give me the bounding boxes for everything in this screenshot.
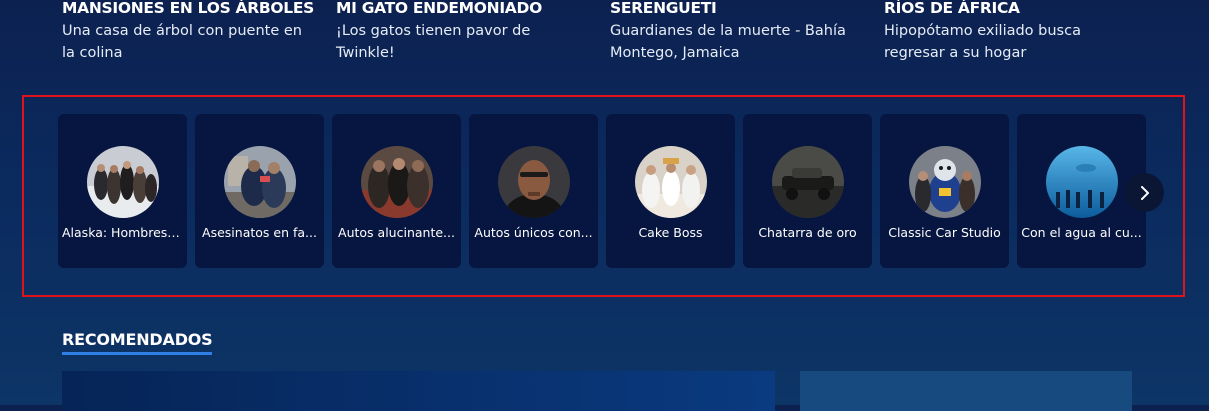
featured-item-cat[interactable]: MI GATO ENDEMONIADO ¡Los gatos tienen pa… (336, 0, 586, 64)
chevron-right-icon (1140, 185, 1149, 200)
featured-item-treehouse[interactable]: MANSIONES EN LOS ÁRBOLES Una casa de árb… (62, 0, 314, 64)
show-card-asesinatos[interactable]: Asesinatos en fa... (195, 114, 324, 268)
featured-title[interactable]: MI GATO ENDEMONIADO (336, 0, 586, 18)
featured-description[interactable]: Guardianes de la muerte - Bahía Montego,… (610, 20, 860, 64)
featured-description[interactable]: ¡Los gatos tienen pavor de Twinkle! (336, 20, 586, 64)
show-thumbnail (87, 146, 159, 218)
recommended-card-main[interactable] (62, 371, 775, 411)
featured-item-africa-rivers[interactable]: RÍOS DE ÁFRICA Hipopótamo exiliado busca… (884, 0, 1134, 64)
show-card-autos-alucinantes[interactable]: Autos alucinante... (332, 114, 461, 268)
shows-carousel: Alaska: Hombres ... Asesinatos en fa... (58, 114, 1148, 268)
featured-title[interactable]: SERENGUETI (610, 0, 860, 18)
featured-title[interactable]: MANSIONES EN LOS ÁRBOLES (62, 0, 314, 18)
show-card-classic-car-studio[interactable]: Classic Car Studio (880, 114, 1009, 268)
show-card-cake-boss[interactable]: Cake Boss (606, 114, 735, 268)
show-thumbnail (361, 146, 433, 218)
featured-row: MANSIONES EN LOS ÁRBOLES Una casa de árb… (62, 0, 1162, 78)
show-thumbnail (224, 146, 296, 218)
carousel-next-button[interactable] (1125, 173, 1164, 212)
show-card-chatarra-de-oro[interactable]: Chatarra de oro (743, 114, 872, 268)
show-thumbnail (909, 146, 981, 218)
recommended-card-side[interactable] (800, 371, 1132, 411)
show-title: Autos únicos con... (474, 225, 593, 240)
show-title: Autos alucinante... (338, 225, 455, 240)
show-card-autos-unicos[interactable]: Autos únicos con... (469, 114, 598, 268)
show-title: Chatarra de oro (758, 225, 857, 240)
featured-item-serengeti[interactable]: SERENGUETI Guardianes de la muerte - Bah… (610, 0, 860, 64)
show-title: Asesinatos en fa... (202, 225, 317, 240)
section-title-underline (62, 352, 212, 355)
show-card-alaska[interactable]: Alaska: Hombres ... (58, 114, 187, 268)
show-title: Classic Car Studio (888, 225, 1001, 240)
featured-description[interactable]: Hipopótamo exiliado busca regresar a su … (884, 20, 1134, 64)
show-title: Con el agua al cu... (1021, 225, 1142, 240)
featured-title[interactable]: RÍOS DE ÁFRICA (884, 0, 1134, 18)
section-title-recommended: RECOMENDADOS (62, 330, 213, 349)
show-thumbnail (498, 146, 570, 218)
show-thumbnail (635, 146, 707, 218)
show-thumbnail (772, 146, 844, 218)
featured-description[interactable]: Una casa de árbol con puente en la colin… (62, 20, 312, 64)
show-title: Cake Boss (638, 225, 703, 240)
show-thumbnail (1046, 146, 1118, 218)
show-title: Alaska: Hombres ... (62, 225, 183, 240)
